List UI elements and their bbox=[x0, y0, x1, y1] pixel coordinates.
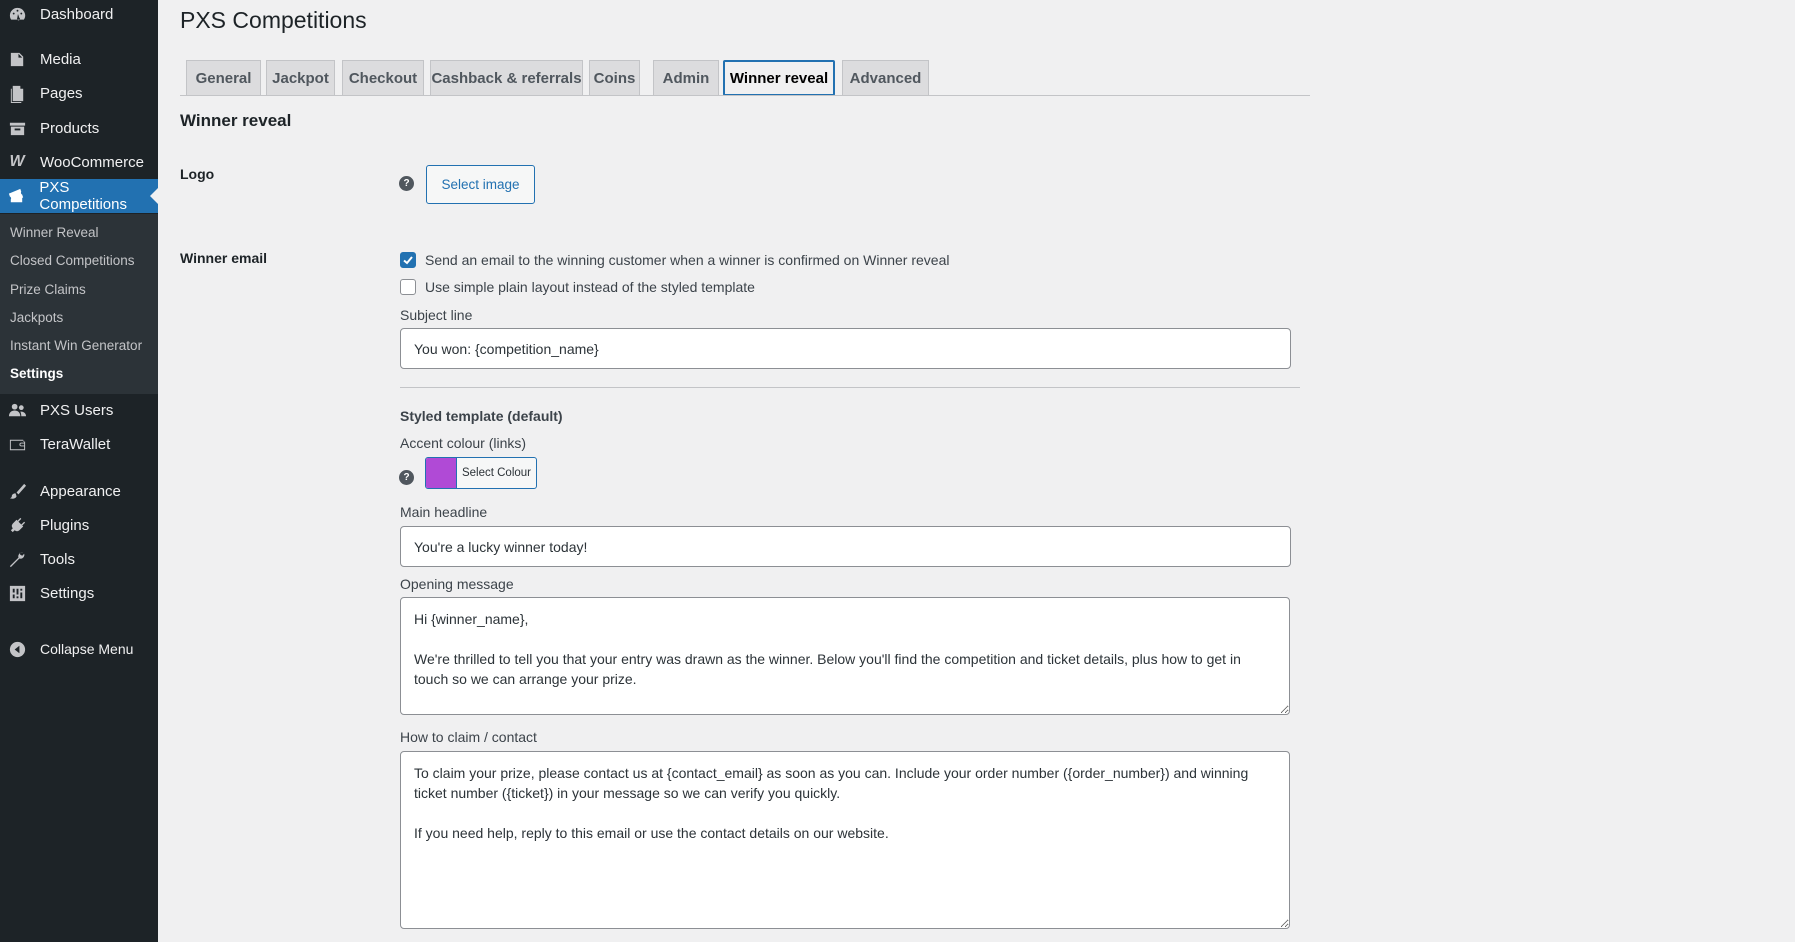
menu-plugins[interactable]: Plugins bbox=[0, 508, 158, 542]
media-icon bbox=[6, 48, 28, 70]
send-email-label: Send an email to the winning customer wh… bbox=[425, 252, 950, 268]
opening-message-label: Opening message bbox=[400, 576, 514, 592]
tab-advanced[interactable]: Advanced bbox=[842, 60, 929, 96]
accent-colour-picker[interactable]: Select Colour bbox=[425, 457, 537, 489]
send-email-checkbox[interactable] bbox=[400, 252, 416, 268]
menu-pages[interactable]: Pages bbox=[0, 76, 158, 110]
claim-contact-textarea[interactable]: To claim your prize, please contact us a… bbox=[400, 751, 1290, 929]
winner-email-label: Winner email bbox=[180, 250, 268, 266]
tab-coins[interactable]: Coins bbox=[589, 60, 640, 96]
wrench-icon bbox=[6, 548, 28, 570]
menu-pxs-competitions[interactable]: PXS Competitions bbox=[0, 179, 158, 213]
main-headline-input[interactable] bbox=[400, 526, 1291, 567]
tickets-icon bbox=[6, 185, 27, 207]
claim-contact-label: How to claim / contact bbox=[400, 729, 537, 745]
checkmark-icon bbox=[403, 256, 413, 265]
opening-message-textarea[interactable]: Hi {winner_name}, We're thrilled to tell… bbox=[400, 597, 1290, 715]
submenu-settings[interactable]: Settings bbox=[10, 366, 63, 381]
plugin-icon bbox=[6, 514, 28, 536]
tab-admin[interactable]: Admin bbox=[653, 60, 719, 96]
accent-colour-label: Accent colour (links) bbox=[400, 435, 527, 451]
wallet-icon bbox=[6, 433, 28, 455]
current-menu-arrow bbox=[150, 188, 158, 204]
brush-icon bbox=[6, 480, 28, 502]
subject-line-input[interactable] bbox=[400, 328, 1291, 369]
menu-woocommerce[interactable]: W WooCommerce bbox=[0, 145, 158, 179]
colour-swatch bbox=[426, 458, 457, 488]
settings-icon bbox=[6, 582, 28, 604]
collapse-icon bbox=[6, 638, 28, 660]
styled-template-heading: Styled template (default) bbox=[400, 408, 563, 424]
pages-icon bbox=[6, 82, 28, 104]
users-icon bbox=[6, 399, 28, 421]
menu-appearance[interactable]: Appearance bbox=[0, 474, 158, 508]
tab-jackpot[interactable]: Jackpot bbox=[266, 60, 335, 96]
menu-pxs-users[interactable]: PXS Users bbox=[0, 393, 158, 427]
submenu-prize-claims[interactable]: Prize Claims bbox=[10, 282, 86, 297]
tab-winner-reveal[interactable]: Winner reveal bbox=[723, 60, 835, 96]
tab-general[interactable]: General bbox=[186, 60, 261, 96]
menu-tools[interactable]: Tools bbox=[0, 542, 158, 576]
submenu-jackpots[interactable]: Jackpots bbox=[10, 310, 63, 325]
section-divider bbox=[400, 387, 1300, 388]
products-icon bbox=[6, 117, 28, 139]
send-email-row: Send an email to the winning customer wh… bbox=[400, 252, 950, 268]
menu-terawallet[interactable]: TeraWallet bbox=[0, 427, 158, 461]
competitions-submenu: Winner Reveal Closed Competitions Prize … bbox=[0, 214, 158, 394]
tab-checkout[interactable]: Checkout bbox=[342, 60, 424, 96]
admin-sidebar: Dashboard Media Pages Products W WooComm… bbox=[0, 0, 158, 942]
submenu-instant-win-generator[interactable]: Instant Win Generator bbox=[10, 338, 142, 353]
help-icon[interactable]: ? bbox=[399, 470, 414, 485]
menu-media[interactable]: Media bbox=[0, 42, 158, 76]
main-headline-label: Main headline bbox=[400, 504, 488, 520]
page-title: PXS Competitions bbox=[180, 7, 367, 33]
section-title: Winner reveal bbox=[180, 111, 292, 130]
subject-line-label: Subject line bbox=[400, 307, 473, 323]
woocommerce-icon: W bbox=[9, 153, 25, 170]
select-colour-label: Select Colour bbox=[461, 467, 532, 479]
select-image-button[interactable]: Select image bbox=[426, 165, 535, 204]
collapse-menu-button[interactable]: Collapse Menu bbox=[0, 632, 158, 666]
help-icon[interactable]: ? bbox=[399, 176, 414, 191]
tab-cashback-referrals[interactable]: Cashback & referrals bbox=[430, 60, 583, 96]
menu-products[interactable]: Products bbox=[0, 111, 158, 145]
menu-settings[interactable]: Settings bbox=[0, 576, 158, 610]
dashboard-icon bbox=[6, 3, 28, 25]
submenu-winner-reveal[interactable]: Winner Reveal bbox=[10, 225, 99, 240]
submenu-closed-competitions[interactable]: Closed Competitions bbox=[10, 253, 135, 268]
plain-layout-label: Use simple plain layout instead of the s… bbox=[425, 279, 755, 295]
tabs-divider bbox=[180, 95, 1310, 96]
logo-label: Logo bbox=[180, 166, 215, 182]
plain-layout-checkbox[interactable] bbox=[400, 279, 416, 295]
plain-layout-row: Use simple plain layout instead of the s… bbox=[400, 279, 755, 295]
menu-dashboard[interactable]: Dashboard bbox=[0, 0, 158, 31]
